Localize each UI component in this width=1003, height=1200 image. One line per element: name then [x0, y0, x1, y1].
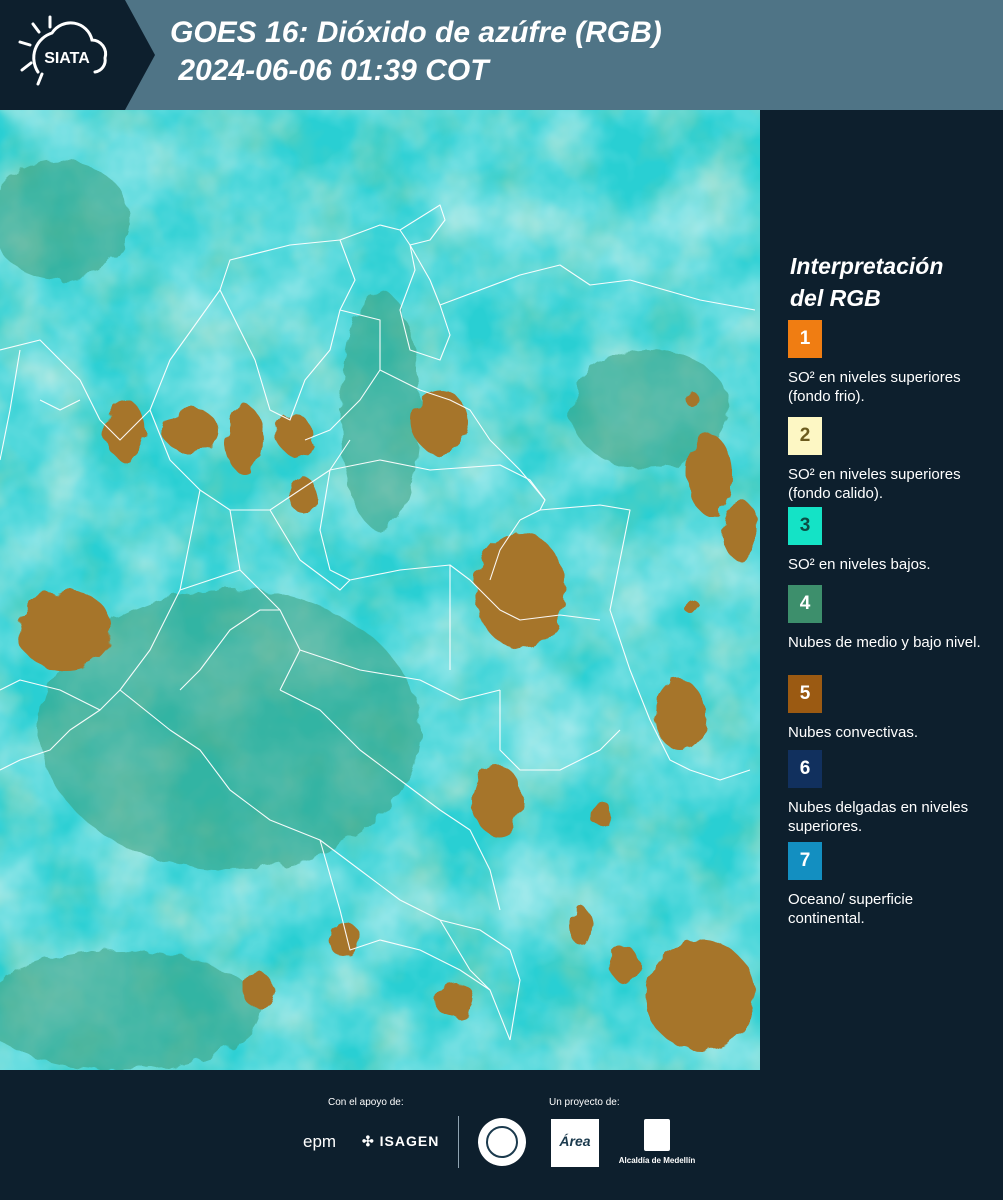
legend-item-3: 3 SO² en niveles bajos. — [788, 507, 993, 574]
isagen-mark-icon: ✣ — [362, 1133, 375, 1149]
universidad-seal-logo — [478, 1118, 526, 1166]
legend-swatch-6: 6 — [788, 750, 822, 788]
alcaldia-medellin-logo: Alcaldía de Medellín — [612, 1119, 702, 1169]
legend-swatch-7: 7 — [788, 842, 822, 880]
page-title: GOES 16: Dióxido de azúfre (RGB) 2024-06… — [170, 16, 662, 87]
area-logo-text: Área — [559, 1133, 591, 1149]
logo-divider — [458, 1116, 459, 1168]
legend-panel: Interpretación del RGB 1 SO² en niveles … — [760, 110, 1003, 1070]
alcaldia-text: Alcaldía de Medellín — [618, 1156, 696, 1165]
legend-swatch-3: 3 — [788, 507, 822, 545]
legend-item-6: 6 Nubes delgadas en niveles superiores. — [788, 750, 993, 836]
legend-swatch-4: 4 — [788, 585, 822, 623]
legend-item-2: 2 SO² en niveles superiores (fondo calid… — [788, 417, 993, 503]
legend-swatch-5: 5 — [788, 675, 822, 713]
header-bar: SIATA GOES 16: Dióxido de azúfre (RGB) 2… — [0, 0, 1003, 110]
legend-item-5: 5 Nubes convectivas. — [788, 675, 993, 742]
epm-logo: epm — [303, 1132, 337, 1151]
legend-item-7: 7 Oceano/ superficie continental. — [788, 842, 993, 928]
legend-label-5: Nubes convectivas. — [788, 724, 919, 741]
legend-swatch-1: 1 — [788, 320, 822, 358]
support-label: Con el apoyo de: — [328, 1097, 404, 1108]
legend-label-1: SO² en niveles superiores (fondo frio). — [788, 369, 961, 405]
legend-label-2: SO² en niveles superiores (fondo calido)… — [788, 466, 961, 502]
logo-text: SIATA — [44, 50, 90, 67]
seal-ring-icon — [486, 1126, 518, 1158]
footer: Con el apoyo de: Un proyecto de: epm ✣ I… — [0, 1070, 1003, 1200]
area-metropolitana-logo: Área — [551, 1119, 599, 1167]
legend-item-4: 4 Nubes de medio y bajo nivel. — [788, 585, 993, 652]
legend-label-4: Nubes de medio y bajo nivel. — [788, 634, 981, 651]
siata-logo: SIATA — [0, 0, 155, 110]
legend-label-3: SO² en niveles bajos. — [788, 556, 931, 573]
legend-label-7: Oceano/ superficie continental. — [788, 891, 914, 927]
isagen-logo: ✣ ISAGEN — [362, 1133, 439, 1150]
legend-title: Interpretación del RGB — [790, 253, 944, 311]
legend-swatch-2: 2 — [788, 417, 822, 455]
legend-label-6: Nubes delgadas en niveles superiores. — [788, 799, 969, 835]
isagen-text: ISAGEN — [379, 1133, 440, 1149]
legend-item-1: 1 SO² en niveles superiores (fondo frio)… — [788, 320, 993, 406]
alcaldia-shield-icon — [644, 1119, 670, 1151]
satellite-image — [0, 110, 760, 1070]
project-label: Un proyecto de: — [549, 1097, 620, 1108]
